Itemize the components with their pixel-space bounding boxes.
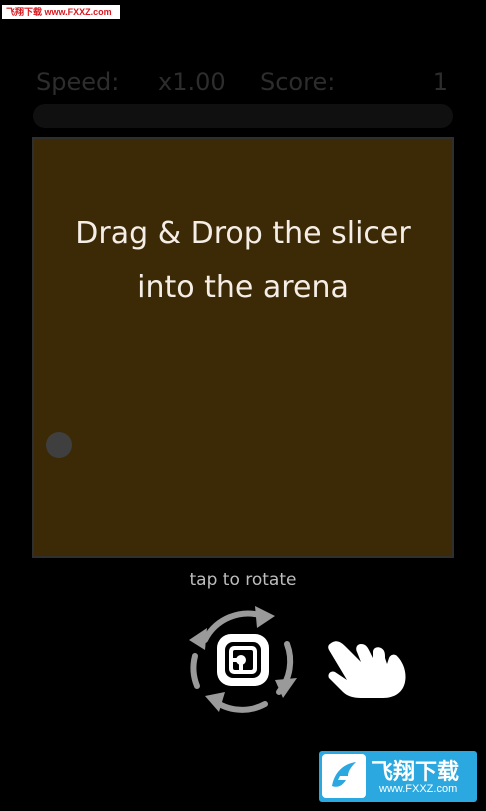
watermark-top: 飞翔下载 www.FXXZ.com [2, 5, 120, 19]
rotate-slicer-button[interactable] [183, 600, 303, 720]
watermark-title: 飞翔下载 [371, 760, 460, 785]
rotate-slicer-icon [189, 606, 297, 713]
instruction-text: Drag & Drop the slicer into the arena [34, 207, 452, 315]
watermark-logo-icon [322, 754, 366, 798]
progress-bar [33, 104, 453, 128]
instruction-line-1: Drag & Drop the slicer [75, 216, 411, 251]
speed-label: Speed: [36, 68, 120, 96]
drag-hand-icon [327, 638, 409, 700]
instruction-line-2: into the arena [137, 270, 349, 305]
ball [46, 432, 72, 458]
game-arena[interactable]: Drag & Drop the slicer into the arena [32, 137, 454, 558]
watermark-url: www.FXXZ.com [379, 783, 458, 795]
score-value: 1 [432, 68, 448, 96]
speed-value: x1.00 [158, 68, 226, 96]
hud: Speed: x1.00 Score: 1 [36, 64, 450, 98]
score-label: Score: [260, 68, 336, 96]
tap-to-rotate-label: tap to rotate [189, 570, 297, 590]
watermark-bottom: 飞翔下载 www.FXXZ.com [319, 751, 477, 802]
